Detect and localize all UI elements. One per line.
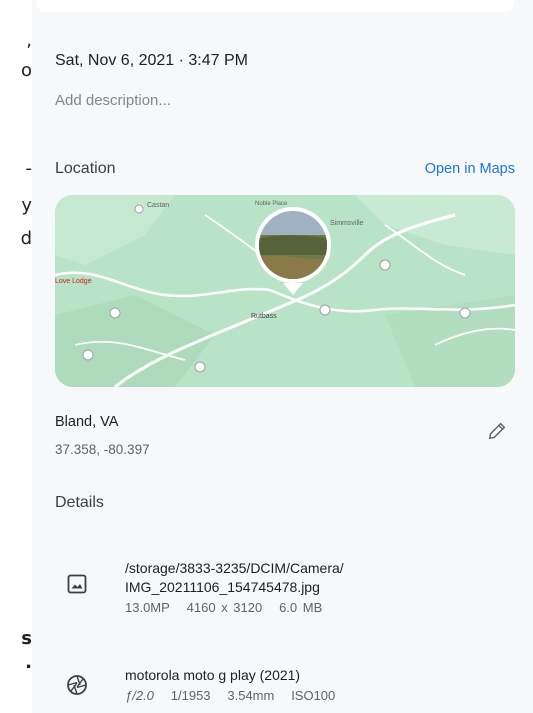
megapixels: 13.0MP	[125, 600, 170, 615]
location-map[interactable]: Love Lodge Castan Noble Place Simmsville…	[55, 195, 515, 387]
location-title: Location	[55, 160, 116, 177]
pencil-icon	[488, 422, 506, 440]
file-path-line2: IMG_20211106_154745478.jpg	[125, 579, 320, 595]
map-graphic: Love Lodge Castan Noble Place Simmsville…	[55, 195, 515, 387]
text-fragment: o	[20, 60, 32, 81]
camera-settings: ƒ/2.0 1/1953 3.54mm ISO100	[125, 688, 335, 703]
map-label: Noble Place	[255, 201, 288, 207]
location-name: Bland, VA	[55, 414, 119, 430]
add-description-field[interactable]: Add description...	[55, 92, 171, 109]
text-fragment: y	[21, 195, 32, 216]
file-size: 6.0 MB	[279, 600, 323, 615]
map-label: Castan	[147, 202, 169, 209]
aperture-icon	[67, 675, 87, 695]
camera-detail-row: motorola moto g play (2021) ƒ/2.0 1/1953…	[55, 667, 515, 709]
map-label: Rutbass	[251, 313, 277, 320]
map-label: Simmsville	[330, 220, 364, 227]
shutter-speed: 1/1953	[170, 688, 211, 703]
map-label: Love Lodge	[55, 278, 92, 285]
camera-model: motorola moto g play (2021)	[125, 667, 301, 683]
left-content-strip: , o - y d s .	[0, 0, 32, 713]
file-meta: 13.0MP 4160 x 3120 6.0 MB	[125, 600, 322, 615]
resolution: 4160 x 3120	[186, 600, 263, 615]
text-fragment: d	[20, 228, 32, 249]
text-fragment: .	[25, 652, 32, 673]
text-fragment: s	[21, 628, 32, 649]
date-time: Sat, Nov 6, 2021 · 3:47 PM	[55, 52, 248, 69]
focal-length: 3.54mm	[227, 688, 275, 703]
aperture: ƒ/2.0	[125, 688, 154, 703]
file-detail-row: /storage/3833-3235/DCIM/Camera/ IMG_2021…	[55, 560, 515, 620]
top-card-edge	[36, 0, 514, 12]
open-in-maps-link[interactable]: Open in Maps	[425, 161, 515, 177]
edit-location-button[interactable]	[486, 420, 508, 442]
location-coordinates: 37.358, -80.397	[55, 442, 150, 457]
details-title: Details	[55, 494, 104, 511]
image-icon	[67, 574, 87, 594]
file-path-line1: /storage/3833-3235/DCIM/Camera/	[125, 560, 344, 576]
iso: ISO100	[291, 688, 336, 703]
